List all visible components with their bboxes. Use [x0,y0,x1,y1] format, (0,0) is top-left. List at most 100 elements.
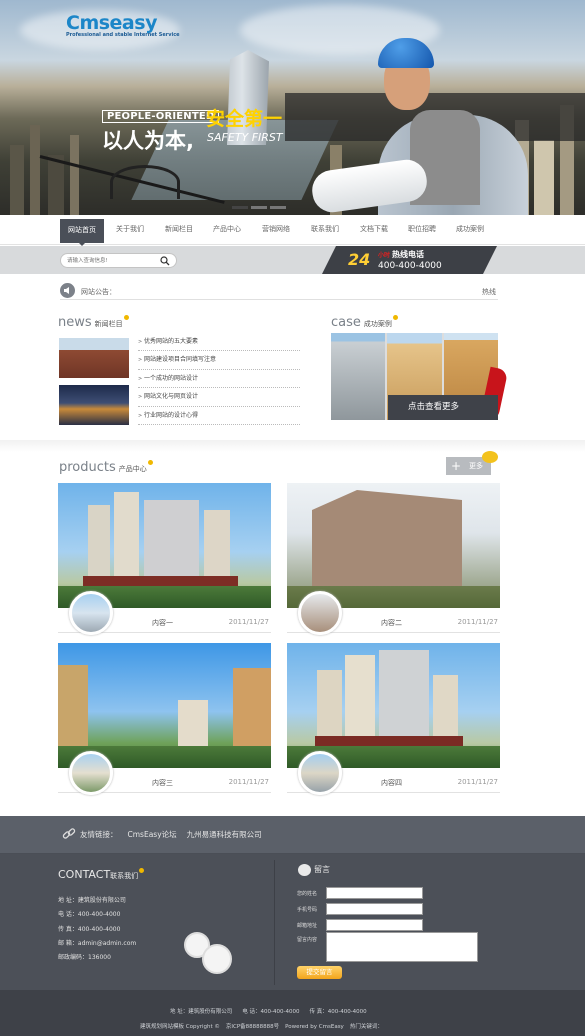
search-box [60,253,177,268]
search-icon[interactable] [160,256,170,266]
product-name[interactable]: 内容四 [381,778,402,788]
name-label: 您的姓名 [297,891,318,897]
hotline-label: 小时 热线电话 [378,249,424,260]
contact-phone: 电 话：400-400-4000 [58,911,121,919]
search-band [0,246,585,274]
nav-item-products[interactable]: 产品中心 [213,224,241,234]
building [10,145,24,215]
main-nav: 网站首页 关于我们 新闻栏目 产品中心 营销网络 联系我们 文档下载 职位招聘 … [0,215,585,246]
logo-tagline: Professional and stable Internet Service [66,32,180,38]
news-item[interactable]: 一个成功的网站设计 [138,370,300,389]
hotline-hour-tag: 小时 [378,252,391,259]
bulb-icon [147,460,153,465]
hero-banner: Cmseasy Professional and stable Internet… [0,0,585,215]
message-textarea[interactable] [326,932,478,962]
logo-text: Cmseasy [66,12,157,34]
footer-address: 地 址：建筑股份有限公司 [170,1009,233,1015]
building [58,665,88,750]
footer-fax: 传 真：400-400-4000 [309,1009,367,1015]
product-name[interactable]: 内容二 [381,618,402,628]
nav-item-home[interactable]: 网站首页 [60,219,104,246]
site-logo[interactable]: Cmseasy Professional and stable Internet… [66,12,180,38]
slogan-safety-cn: 安全第一 [206,108,283,130]
product-name[interactable]: 内容一 [152,618,173,628]
news-section-title: news 新闻栏目 [58,315,129,330]
footer-icp[interactable]: 京ICP备88888888号 [226,1024,279,1030]
products-title: products [59,460,116,475]
contact-title: CONTACT联系我们 [58,868,145,881]
nav-item-jobs[interactable]: 职位招聘 [408,224,436,234]
footer-bottom-bar: 地 址：建筑股份有限公司 电 话：400-400-4000 传 真：400-400-… [0,990,585,1036]
name-field[interactable] [326,887,423,899]
product-image [287,643,500,768]
friend-links-label: 友情链接： [80,830,118,839]
footer-powered[interactable]: Powered by CmsEasy [285,1024,344,1030]
notice-label: 网站公告： [81,288,116,296]
bridge-arch [110,165,180,199]
news-image-night-city[interactable] [59,385,129,425]
service-staff-image [184,932,236,974]
case-title: case [331,315,361,330]
product-date: 2011/11/27 [457,618,498,626]
slider-dot[interactable] [251,206,267,209]
product-date: 2011/11/27 [457,778,498,786]
submit-button[interactable]: 提交留言 [297,966,342,979]
product-name[interactable]: 内容三 [152,778,173,788]
contact-title-en: CONTACT [58,868,111,881]
news-item[interactable]: 网站文化与网页设计 [138,388,300,407]
slider-dot[interactable] [270,206,286,209]
notice-bar: 网站公告： 热线 [60,282,498,300]
nav-item-downloads[interactable]: 文档下载 [360,224,388,234]
news-list: 优秀网站的五大要素 网站建设项目合同填写注意 一个成功的网站设计 网站文化与网页… [138,333,300,425]
product-thumbnail [69,751,113,795]
search-input[interactable] [61,254,151,267]
building [312,490,462,590]
phone-label: 手机号码 [297,907,318,913]
product-date: 2011/11/27 [228,778,269,786]
friend-link[interactable]: CmsEasy论坛 [128,830,177,839]
nav-item-contact[interactable]: 联系我们 [311,224,339,234]
friend-link[interactable]: 九州易通科技有限公司 [187,830,262,839]
product-card-2[interactable]: 内容二 2011/11/27 [287,483,500,635]
nav-item-network[interactable]: 营销网络 [262,224,290,234]
slogan-safety-en: SAFETY FIRST [207,131,283,144]
bulb-icon [482,451,498,463]
product-card-4[interactable]: 内容四 2011/11/27 [287,643,500,795]
product-card-3[interactable]: 内容三 2011/11/27 [58,643,271,795]
message-bubble-icon [298,864,311,876]
nav-item-news[interactable]: 新闻栏目 [165,224,193,234]
contact-postcode: 邮政编码：136000 [58,954,111,962]
footer-copyright-line: 建筑规划网站模板 Copyright © 京ICP备88888888号 Powere… [140,1022,389,1030]
footer-keywords: 热门关键词： [349,1024,383,1030]
nav-item-cases[interactable]: 成功案例 [456,224,484,234]
hotline-label-text: 热线电话 [392,250,425,259]
nav-item-about[interactable]: 关于我们 [116,224,144,234]
news-item[interactable]: 网站建设项目合同填写注意 [138,351,300,370]
case-more-button[interactable]: 点击查看更多 [388,395,498,420]
products-subtitle: 产品中心 [118,465,147,473]
bulb-icon [392,315,398,320]
message-title: 留言 [314,865,330,874]
news-image-church[interactable] [59,338,129,378]
product-date: 2011/11/27 [228,618,269,626]
slider-dot[interactable] [232,206,248,209]
building [178,700,208,750]
products-section-title: products 产品中心 [59,460,153,475]
product-thumbnail [298,591,342,635]
content-label: 留言内容 [297,937,318,943]
hotline-number: 400-400-4000 [378,261,442,271]
section-separator [0,440,585,452]
product-image [58,483,271,608]
staff-avatar [202,944,232,974]
friend-links: 友情链接： CmsEasy论坛 九州易通科技有限公司 [80,829,272,840]
footer-copyright: 建筑规划网站模板 Copyright © [140,1024,220,1030]
news-item[interactable]: 优秀网站的五大要素 [138,333,300,352]
email-field[interactable] [326,919,423,931]
news-item[interactable]: 行业网站的设计心得 [138,407,300,425]
phone-field[interactable] [326,903,423,915]
notice-more-link[interactable]: 热线 [482,287,496,297]
product-thumbnail [69,591,113,635]
product-card-1[interactable]: 内容一 2011/11/27 [58,483,271,635]
link-chain-icon [62,828,76,839]
building [379,650,429,750]
